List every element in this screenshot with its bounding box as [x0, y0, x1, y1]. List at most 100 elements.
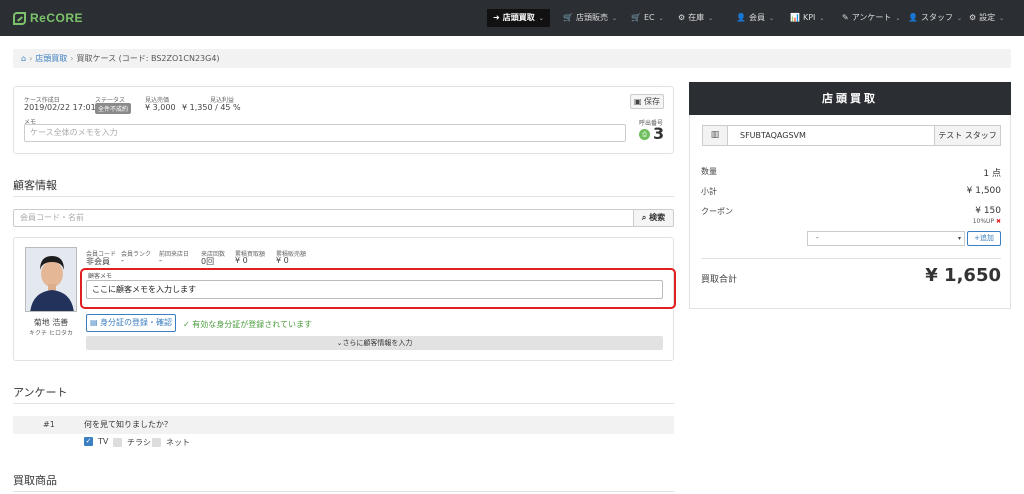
id-register-button[interactable]: ▤ 身分証の登録・確認 [86, 314, 176, 332]
customer-kana: キクチ ヒロタカ [29, 330, 73, 337]
question-number: #1 [43, 420, 55, 429]
created-value: 2019/02/22 17:01 [24, 103, 96, 112]
top-navbar: ReCORE ➜ 店頭買取 ⌄ 🛒 店頭販売 ⌄ 🛒 EC ⌄ ⚙ 在庫 ⌄ 👤 会員 ⌄ 📊 KPI… [0, 0, 1024, 36]
logo-text: ReCORE [30, 11, 84, 25]
nav-item-members[interactable]: 👤 会員 ⌄ [730, 9, 780, 27]
visit-count-value: 0回 [201, 257, 215, 266]
cart-icon: 🛒 [631, 13, 641, 22]
home-icon[interactable]: ⌂ [21, 54, 26, 63]
last-visit-value: - [159, 256, 162, 265]
customer-search-input[interactable]: 会員コード・名前 [13, 209, 634, 227]
user-icon: 👤 [736, 13, 746, 22]
nav-label: 設定 [979, 13, 996, 22]
search-icon: ⌕ [641, 213, 647, 222]
total-label: 買取合計 [701, 275, 738, 285]
check-icon: ✓ [183, 320, 190, 329]
section-divider [13, 196, 674, 197]
nav-item-sales[interactable]: 🛒 店頭販売 ⌄ [557, 9, 623, 27]
checkbox-checked-icon[interactable]: ✓ [84, 437, 93, 446]
chevron-down-icon: ⌄ [611, 15, 617, 22]
total-sales-value: ¥ 0 [276, 256, 289, 265]
section-divider [13, 491, 674, 492]
nav-item-staff[interactable]: 👤 スタッフ ⌄ [902, 9, 968, 27]
id-button-label: 身分証の登録・確認 [100, 318, 173, 327]
qty-value: 1 点 [983, 169, 1001, 179]
search-button[interactable]: ⌕ 検索 [633, 209, 674, 227]
chevron-down-icon: ⌄ [999, 15, 1005, 22]
dropdown-caret-icon: ▾ [957, 235, 961, 242]
user-outline-icon: 👤 [908, 13, 918, 22]
save-icon: ▣ [633, 97, 642, 106]
nav-item-ec[interactable]: 🛒 EC ⌄ [625, 9, 670, 27]
case-code-field[interactable]: SFUBTAQAGSVM [727, 125, 935, 146]
chevron-down-icon: ⌄ [658, 15, 664, 22]
member-code-value: 非会員 [86, 257, 110, 266]
option-label: ネット [166, 438, 190, 447]
summary-divider [701, 258, 1001, 259]
field-label: 前回来店日 [159, 251, 190, 258]
section-divider [13, 403, 674, 404]
nav-item-survey[interactable]: ✎ アンケート ⌄ [836, 9, 906, 27]
customer-panel: 菊地 浩善 キクチ ヒロタカ 会員コード 非会員 会員ランク - 前回来店日 -… [13, 237, 676, 361]
survey-question-row: #1 何を見て知りましたか？ [13, 416, 674, 434]
survey-option-flyer[interactable]: チラシ [113, 437, 151, 448]
sign-in-icon: ➜ [493, 13, 500, 22]
save-label: 保存 [644, 97, 661, 106]
survey-option-tv[interactable]: ✓ TV [84, 437, 108, 446]
chevron-down-icon: ⌄ [956, 15, 962, 22]
est-profit-value: ¥ 1,350 / 45 % [182, 103, 241, 112]
remove-coupon-icon[interactable]: ✖ [996, 218, 1001, 225]
save-button[interactable]: ▣ 保存 [630, 94, 664, 109]
more-customer-info-button[interactable]: ⌄さらに顧客情報を入力 [86, 336, 663, 350]
barcode-icon[interactable]: ▥ [702, 125, 728, 146]
customer-memo-textarea[interactable]: ここに顧客メモを入力します [86, 280, 663, 299]
chevron-down-icon: ⌄ [538, 15, 544, 22]
case-memo-input[interactable]: ケース全体のメモを入力 [24, 124, 626, 142]
chevron-down-icon: ⌄ [768, 15, 774, 22]
question-text: 何を見て知りましたか？ [84, 420, 172, 429]
field-label: 会員ランク [121, 251, 152, 258]
checkbox-icon[interactable] [152, 438, 161, 447]
nav-item-settings[interactable]: ⚙ 設定 ⌄ [963, 9, 1010, 27]
nav-label: KPI [802, 13, 816, 22]
chevron-down-icon: ⌄ [819, 15, 825, 22]
staff-button[interactable]: テスト スタッフ [934, 125, 1001, 146]
nav-item-inventory[interactable]: ⚙ 在庫 ⌄ [672, 9, 719, 27]
nav-item-kpi[interactable]: 📊 KPI ⌄ [784, 9, 830, 27]
breadcrumb-link-buyback[interactable]: 店頭買取 [35, 54, 67, 63]
survey-option-net[interactable]: ネット [152, 437, 190, 448]
checkbox-icon[interactable] [113, 438, 122, 447]
coupon-select-value: - [816, 234, 819, 242]
search-label: 検索 [649, 213, 666, 222]
add-coupon-button[interactable]: +追加 [967, 231, 1001, 246]
nav-item-buyback[interactable]: ➜ 店頭買取 ⌄ [487, 9, 550, 27]
total-buyback-value: ¥ 0 [235, 256, 248, 265]
recore-logo[interactable]: ReCORE [13, 9, 83, 27]
nav-label: EC [643, 13, 655, 22]
breadcrumb: ⌂ › 店頭買取 › 買取ケース (コード: BS2ZO1CN23G4) [13, 49, 1011, 68]
chevron-down-icon: ⌄ [895, 15, 901, 22]
bar-chart-icon: 📊 [790, 13, 800, 22]
subtotal-value: ¥ 1,500 [966, 186, 1001, 196]
customer-photo [25, 247, 77, 312]
coupon-label: クーポン [701, 207, 733, 216]
customer-name: 菊地 浩善 [33, 318, 69, 327]
customer-photo-image [26, 248, 76, 311]
call-number: 3 [653, 124, 665, 143]
cubes-icon: ⚙ [678, 13, 686, 22]
customer-section-title: 顧客情報 [13, 179, 57, 192]
coupon-select[interactable]: - ▾ [807, 231, 965, 246]
print-icon[interactable]: ⎙ [639, 129, 650, 140]
customer-memo-label: 顧客メモ [88, 273, 113, 280]
option-label: チラシ [127, 438, 151, 447]
cart-icon: 🛒 [563, 13, 573, 22]
id-card-icon: ▤ [89, 318, 98, 327]
subtotal-label: 小計 [701, 187, 717, 196]
add-label: 追加 [979, 234, 994, 242]
nav-label: アンケート [851, 13, 892, 22]
nav-label: 店頭販売 [575, 13, 608, 22]
breadcrumb-separator: › [70, 54, 74, 63]
edit-icon: ✎ [842, 13, 849, 22]
chevron-down-icon: ⌄ [708, 15, 714, 22]
coupon-detail: 10%UP ✖ [973, 218, 1001, 225]
